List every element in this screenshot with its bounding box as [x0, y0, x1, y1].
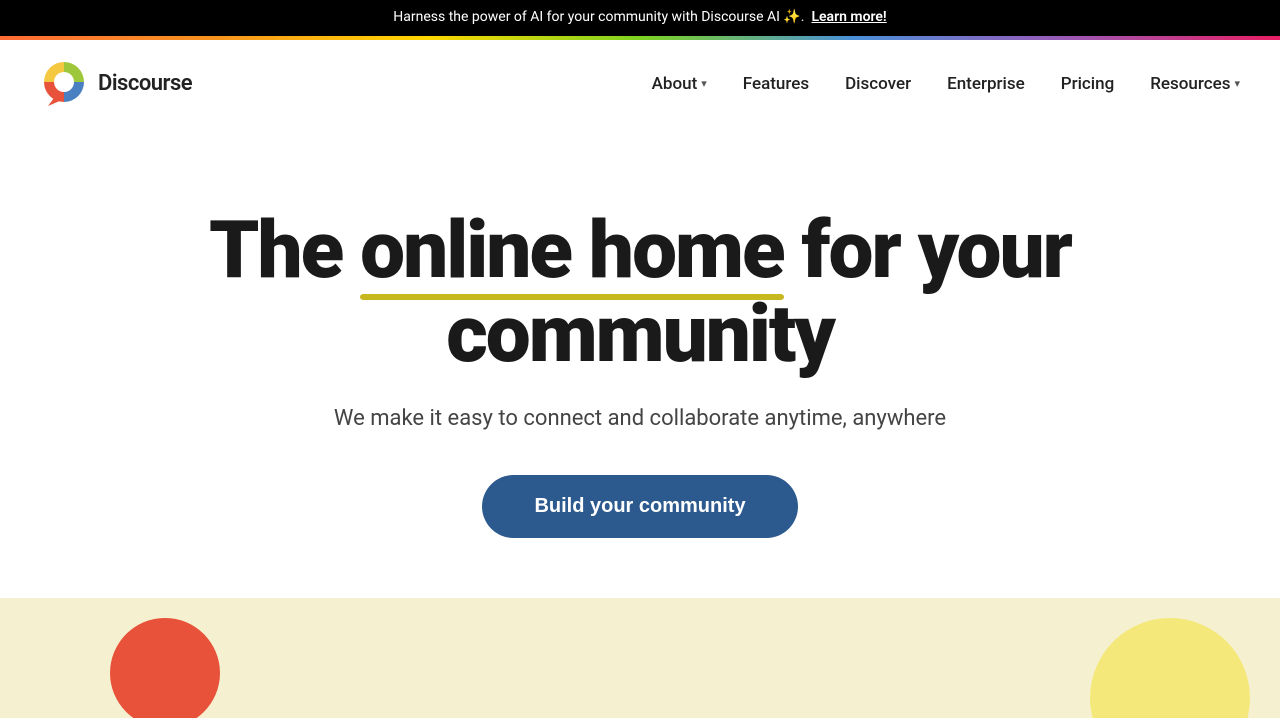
- nav-item-discover[interactable]: Discover: [845, 74, 911, 94]
- bottom-decoration: [0, 598, 1280, 718]
- nav-label-discover: Discover: [845, 74, 911, 94]
- decoration-circle-red: [110, 618, 220, 718]
- discourse-logo-icon: [40, 60, 88, 108]
- hero-section: The online home for yourcommunity We mak…: [0, 128, 1280, 598]
- nav-item-pricing[interactable]: Pricing: [1061, 74, 1115, 94]
- nav-label-pricing: Pricing: [1061, 74, 1115, 94]
- banner-link[interactable]: Learn more!: [811, 9, 886, 25]
- nav-item-about[interactable]: About ▾: [652, 74, 707, 94]
- chevron-down-icon: ▾: [1234, 77, 1240, 90]
- nav-links: About ▾ Features Discover Enterprise Pri…: [652, 74, 1240, 94]
- nav-label-about: About: [652, 74, 698, 94]
- chevron-down-icon: ▾: [701, 77, 707, 90]
- announcement-banner: Harness the power of AI for your communi…: [0, 0, 1280, 36]
- nav-item-resources[interactable]: Resources ▾: [1150, 74, 1240, 94]
- banner-text: Harness the power of AI for your communi…: [393, 9, 804, 25]
- hero-subheading: We make it easy to connect and collabora…: [40, 406, 1240, 431]
- nav-label-enterprise: Enterprise: [947, 74, 1025, 94]
- nav-item-enterprise[interactable]: Enterprise: [947, 74, 1025, 94]
- hero-heading: The online home for yourcommunity: [190, 208, 1090, 376]
- nav-label-features: Features: [743, 74, 809, 94]
- nav-label-resources: Resources: [1150, 74, 1230, 94]
- hero-heading-underlined: online home: [360, 208, 783, 292]
- logo-label: Discourse: [98, 71, 192, 96]
- main-nav: Discourse About ▾ Features Discover Ente…: [0, 40, 1280, 128]
- decoration-circle-yellow: [1090, 618, 1250, 718]
- nav-item-features[interactable]: Features: [743, 74, 809, 94]
- logo[interactable]: Discourse: [40, 60, 192, 108]
- cta-build-community-button[interactable]: Build your community: [482, 475, 797, 538]
